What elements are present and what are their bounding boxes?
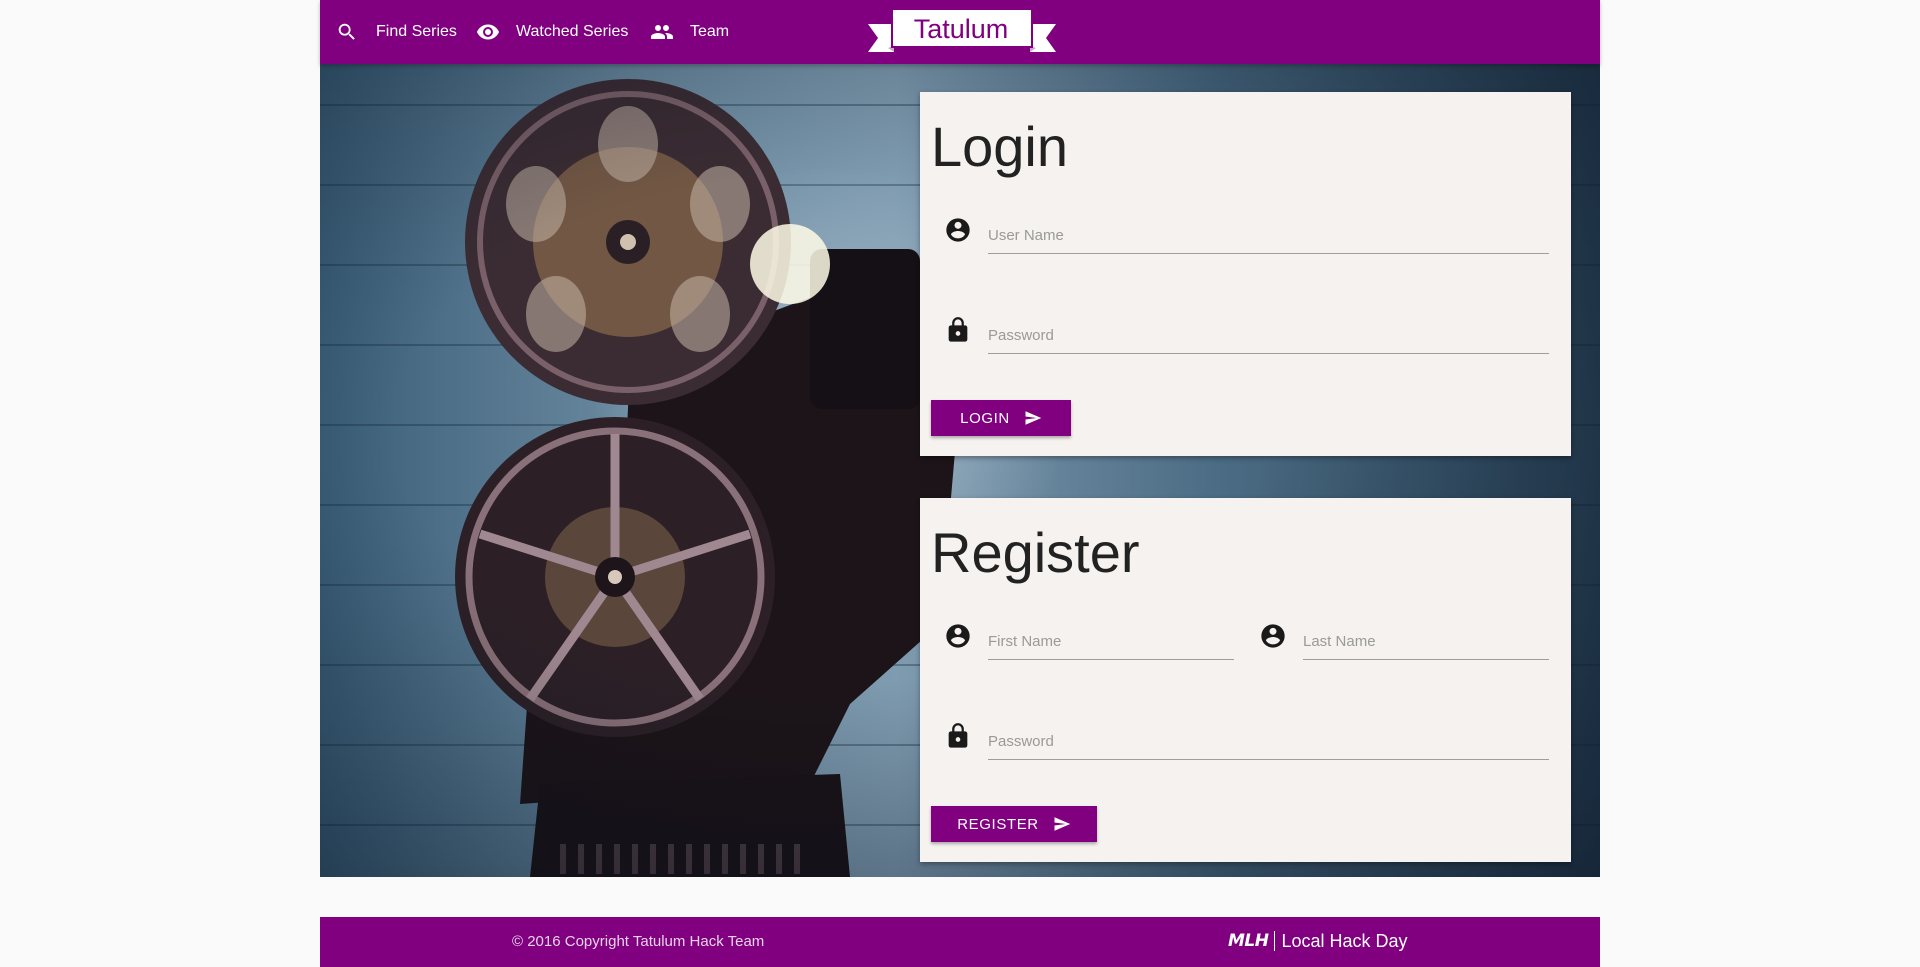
nav-watched-series-label: Watched Series (516, 23, 629, 40)
register-button[interactable]: REGISTER (931, 806, 1097, 842)
people-icon (651, 25, 673, 39)
first-name-input[interactable] (988, 624, 1234, 660)
last-name-field (1259, 618, 1549, 678)
login-password-input[interactable] (988, 318, 1549, 354)
nav-find-series-label: Find Series (376, 23, 457, 40)
mlh-logo: MLH (1228, 931, 1276, 951)
account-circle-icon (1259, 622, 1287, 650)
search-icon (338, 23, 355, 40)
account-circle-icon (944, 216, 972, 244)
username-field (944, 212, 1549, 272)
footer: © 2016 Copyright Tatulum Hack Team MLH L… (320, 917, 1600, 967)
nav-team-label: Team (690, 23, 730, 40)
first-name-field (944, 618, 1234, 678)
nav-find-series[interactable]: Find Series (336, 0, 457, 64)
login-card: Login LOGIN (920, 92, 1571, 456)
nav-watched-series[interactable]: Watched Series (476, 0, 628, 64)
login-title: Login (931, 115, 1069, 178)
account-circle-icon (944, 622, 972, 650)
lock-icon (944, 316, 972, 344)
lock-icon (944, 722, 972, 750)
register-password-field (944, 718, 1549, 778)
login-button[interactable]: LOGIN (931, 400, 1071, 436)
send-icon (1025, 411, 1042, 425)
top-navbar: Find Series Watched Series Team Tatulum (320, 0, 1600, 64)
eye-icon (477, 24, 499, 40)
register-card: Register REGISTER (920, 498, 1571, 862)
copyright-text: © 2016 Copyright Tatulum Hack Team (512, 933, 765, 950)
register-title: Register (931, 521, 1140, 584)
brand-logo[interactable]: Tatulum (868, 8, 1056, 54)
login-password-field (944, 312, 1549, 372)
username-input[interactable] (988, 218, 1549, 254)
register-button-label: REGISTER (957, 815, 1039, 833)
login-button-label: LOGIN (960, 409, 1010, 427)
mlh-event-name: Local Hack Day (1281, 930, 1408, 951)
last-name-input[interactable] (1303, 624, 1549, 660)
send-icon (1054, 817, 1070, 831)
register-password-input[interactable] (988, 724, 1549, 760)
nav-team[interactable]: Team (650, 0, 729, 64)
mlh-link[interactable]: MLH Local Hack Day (1228, 928, 1408, 954)
brand-name: Tatulum (913, 13, 1009, 44)
